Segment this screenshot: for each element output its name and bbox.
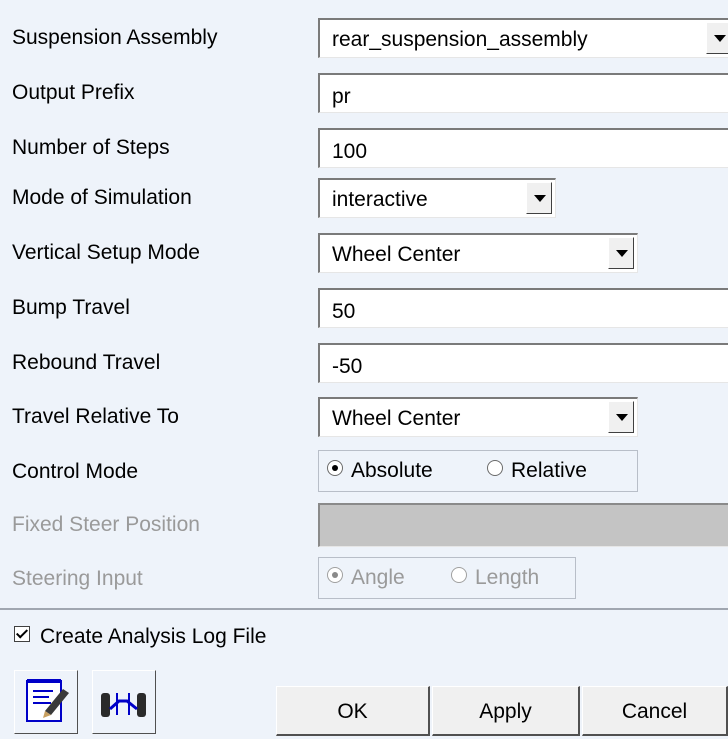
bump-travel-value: 50 [332,300,356,323]
control-mode-label: Control Mode [12,460,139,483]
vertical-setup-mode-label: Vertical Setup Mode [12,241,200,264]
vertical-setup-mode-value: Wheel Center [332,243,461,266]
bump-travel-label: Bump Travel [12,296,130,319]
rebound-travel-label: Rebound Travel [12,351,161,374]
steering-input-angle-radio: Angle [327,566,405,590]
fixed-steer-position-label: Fixed Steer Position [12,513,200,536]
vertical-setup-mode-select[interactable]: Wheel Center [318,233,638,273]
chevron-down-icon[interactable] [608,401,634,433]
output-prefix-input[interactable]: pr [318,73,728,113]
chevron-down-icon[interactable] [706,22,728,54]
row-control-mode: Control Mode Absolute Relative [0,450,728,492]
checkbox-checked-icon [14,626,30,642]
radio-unselected-icon [487,460,503,476]
chevron-down-icon[interactable] [526,182,552,214]
number-of-steps-value: 100 [332,140,368,163]
row-vertical-setup-mode: Vertical Setup Mode Wheel Center [0,233,728,273]
row-steering-input: Steering Input Angle Length [0,557,728,599]
steering-input-label: Steering Input [12,567,143,590]
mode-of-simulation-value: interactive [332,188,428,211]
travel-relative-to-value: Wheel Center [332,407,461,430]
number-of-steps-input[interactable]: 100 [318,128,728,168]
control-mode-relative-radio[interactable]: Relative [487,459,587,483]
ok-button[interactable]: OK [276,686,430,736]
create-log-file-checkbox[interactable]: Create Analysis Log File [14,625,266,649]
fixed-steer-position-input [318,503,728,547]
notepad-pen-button[interactable] [14,670,78,734]
output-prefix-value: pr [332,85,351,108]
control-mode-group: Absolute Relative [318,450,638,492]
row-fixed-steer-position: Fixed Steer Position [0,503,728,547]
notepad-pen-icon [26,679,69,722]
suspension-button[interactable] [92,670,156,734]
chevron-down-icon[interactable] [608,237,634,269]
steering-input-group: Angle Length [318,557,576,599]
row-mode-of-simulation: Mode of Simulation interactive [0,178,728,218]
number-of-steps-label: Number of Steps [12,136,170,159]
apply-button[interactable]: Apply [432,686,580,736]
divider [0,608,728,610]
row-output-prefix: Output Prefix pr [0,73,728,113]
row-rebound-travel: Rebound Travel -50 [0,343,728,383]
travel-relative-to-label: Travel Relative To [12,405,179,428]
radio-selected-icon [327,460,343,476]
control-mode-absolute-label: Absolute [351,459,433,482]
suspension-assembly-value: rear_suspension_assembly [332,28,588,51]
suspension-icon [101,693,146,717]
row-suspension-assembly: Suspension Assembly rear_suspension_asse… [0,18,728,58]
create-log-file-label: Create Analysis Log File [40,625,267,648]
radio-selected-icon [327,567,343,583]
steering-input-angle-label: Angle [351,566,405,589]
row-travel-relative-to: Travel Relative To Wheel Center [0,397,728,437]
rebound-travel-value: -50 [332,355,363,378]
control-mode-absolute-radio[interactable]: Absolute [327,459,433,483]
steering-input-length-radio: Length [451,566,539,590]
steering-input-length-label: Length [475,566,540,589]
row-number-of-steps: Number of Steps 100 [0,128,728,168]
control-mode-relative-label: Relative [511,459,587,482]
rebound-travel-input[interactable]: -50 [318,343,728,383]
mode-of-simulation-label: Mode of Simulation [12,186,192,209]
output-prefix-label: Output Prefix [12,81,135,104]
bump-travel-input[interactable]: 50 [318,288,728,328]
suspension-assembly-label: Suspension Assembly [12,26,218,49]
travel-relative-to-select[interactable]: Wheel Center [318,397,638,437]
cancel-button[interactable]: Cancel [582,686,728,736]
suspension-assembly-select[interactable]: rear_suspension_assembly [318,18,728,58]
radio-unselected-icon [451,567,467,583]
row-bump-travel: Bump Travel 50 [0,288,728,328]
mode-of-simulation-select[interactable]: interactive [318,178,556,218]
